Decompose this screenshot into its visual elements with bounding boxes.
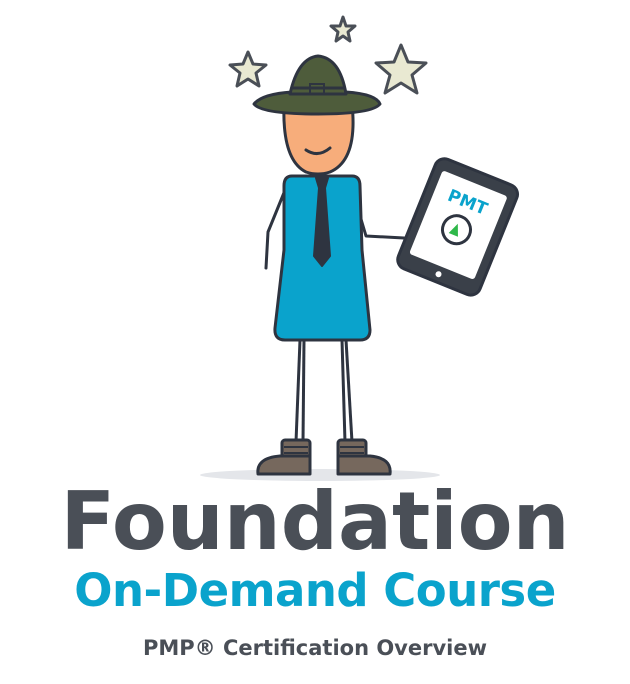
star-icon [374,43,428,95]
left-boot [256,438,312,476]
left-leg [294,339,302,443]
ranger-hat-icon [252,54,382,116]
course-subtitle: On-Demand Course [74,564,556,617]
tablet-icon: PMT [396,157,520,297]
right-leg [340,339,347,443]
ranger-mascot-illustration: PMT [200,15,520,481]
star-icon [228,50,268,88]
star-icon [329,15,357,43]
course-tagline: PMP® Certification Overview [142,636,488,660]
left-leg-inner [301,339,306,443]
right-leg-inner [344,339,354,443]
right-boot [336,438,392,476]
